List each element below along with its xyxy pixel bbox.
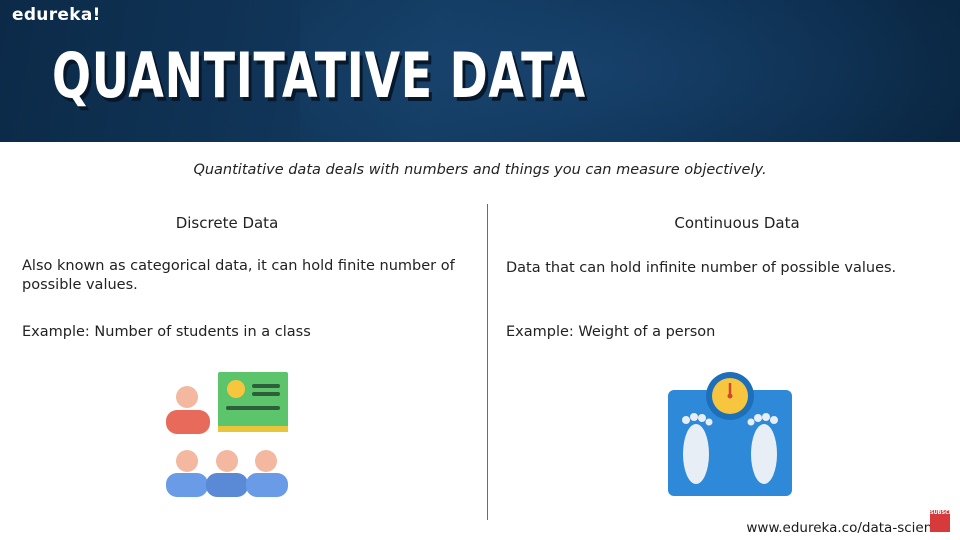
discrete-example: Example: Number of students in a class <box>22 324 311 340</box>
discrete-heading: Discrete Data <box>175 214 279 232</box>
subscribe-badge[interactable]: SUBSCRIBE <box>930 510 960 532</box>
continuous-description: Data that can hold infinite number of po… <box>506 260 897 276</box>
continuous-example: Example: Weight of a person <box>506 324 716 340</box>
footer-url[interactable]: www.edureka.co/data-science <box>746 520 948 536</box>
column-divider <box>487 204 488 520</box>
slide-subtitle: Quantitative data deals with numbers and… <box>193 162 767 178</box>
edureka-logo: edureka! <box>12 5 101 25</box>
slide-title: QUANTITATIVE DATA <box>52 39 586 112</box>
weighing-scale-icon <box>666 372 794 502</box>
discrete-description: Also known as categorical data, it can h… <box>22 258 455 293</box>
header-banner: edureka! QUANTITATIVE DATA <box>0 0 960 142</box>
continuous-heading: Continuous Data <box>674 214 800 232</box>
classroom-students-icon <box>162 370 294 504</box>
